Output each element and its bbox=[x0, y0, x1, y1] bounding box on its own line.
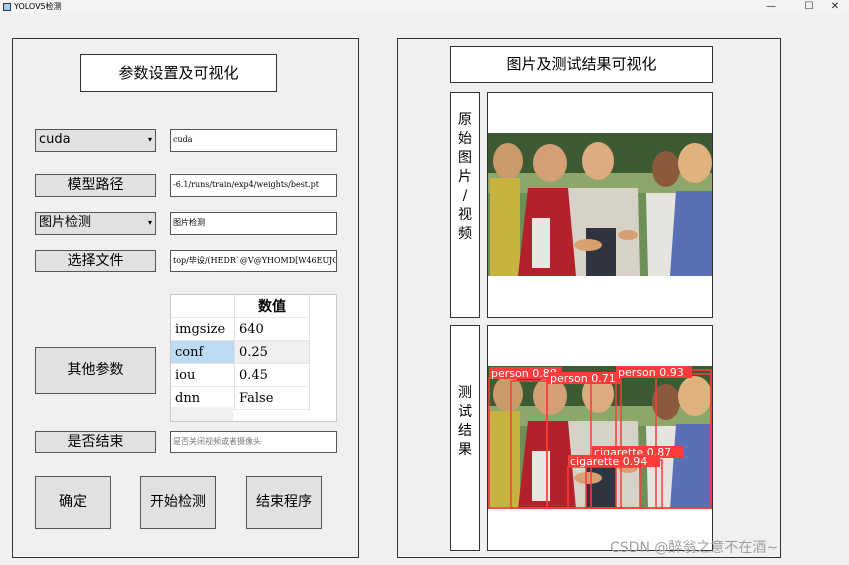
label-char: 测 bbox=[458, 385, 472, 401]
detection-label: person 0.88 bbox=[491, 367, 557, 380]
label-char: 片 bbox=[458, 169, 472, 185]
start-detect-button[interactable]: 开始检测 bbox=[140, 476, 216, 529]
result-photo: person 0.88 person 0.71 person 0.93 ciga… bbox=[488, 366, 712, 509]
window-titlebar bbox=[0, 0, 849, 14]
detection-label: person 0.93 bbox=[618, 366, 684, 379]
param-value[interactable]: 0.25 bbox=[234, 340, 310, 364]
device-select-value: cuda bbox=[39, 132, 71, 147]
detection-mode-field[interactable]: 图片检测 bbox=[170, 212, 337, 235]
detection-label: person 0.71 bbox=[550, 372, 616, 385]
table-row[interactable]: conf 0.25 bbox=[171, 340, 310, 364]
params-header-value: 数值 bbox=[234, 295, 310, 318]
param-value[interactable]: 640 bbox=[234, 317, 310, 341]
label-char: 视 bbox=[458, 207, 472, 223]
original-photo bbox=[488, 133, 712, 276]
window-title: YOLOV5检测 bbox=[14, 2, 62, 11]
label-char: / bbox=[462, 188, 468, 204]
dropdown-arrow-icon: ▾ bbox=[147, 218, 152, 227]
param-name[interactable]: imgsize bbox=[171, 317, 235, 341]
label-char: 试 bbox=[458, 404, 472, 420]
confirm-button[interactable]: 确定 bbox=[35, 476, 111, 529]
param-value[interactable]: 0.45 bbox=[234, 363, 310, 387]
label-char: 图 bbox=[458, 150, 472, 166]
table-row[interactable]: imgsize 640 bbox=[171, 317, 310, 341]
minimize-button[interactable]: — bbox=[756, 0, 786, 14]
visualization-title: 图片及测试结果可视化 bbox=[450, 46, 713, 83]
table-empty-area bbox=[171, 407, 233, 421]
label-char: 结 bbox=[458, 423, 472, 439]
settings-title: 参数设置及可视化 bbox=[80, 54, 277, 92]
file-path-field[interactable]: top/毕设/(HEDR`@V@YHOMD[W46EUJGD.jpg bbox=[170, 250, 337, 272]
original-image-frame bbox=[487, 92, 713, 318]
close-button[interactable]: ✕ bbox=[820, 0, 849, 14]
select-file-button[interactable]: 选择文件 bbox=[35, 250, 156, 272]
dropdown-arrow-icon: ▾ bbox=[147, 135, 152, 144]
param-value[interactable]: False bbox=[234, 386, 310, 410]
param-name[interactable]: conf bbox=[171, 340, 235, 364]
device-field[interactable]: cuda bbox=[170, 129, 337, 152]
params-header-corner bbox=[171, 295, 235, 318]
watermark: CSDN @醉翁之意不在酒~ bbox=[610, 540, 779, 556]
model-path-field[interactable]: -6.1/runs/train/exp4/weights/best.pt bbox=[170, 174, 337, 197]
result-label: 测 试 结 果 bbox=[450, 325, 480, 551]
params-table[interactable]: 数值 imgsize 640 conf 0.25 iou 0.45 dnn Fa… bbox=[170, 294, 337, 422]
end-toggle-button[interactable]: 是否结束 bbox=[35, 431, 156, 453]
device-select[interactable]: cuda ▾ bbox=[35, 129, 156, 152]
end-field[interactable]: 是否关闭视频或者摄像头 bbox=[170, 431, 337, 453]
other-params-button[interactable]: 其他参数 bbox=[35, 347, 156, 394]
detection-label: cigarette 0.94 bbox=[570, 455, 647, 468]
model-path-button[interactable]: 模型路径 bbox=[35, 174, 156, 197]
original-image-label: 原 始 图 片 / 视 频 bbox=[450, 92, 480, 318]
label-char: 频 bbox=[458, 226, 472, 242]
app-icon bbox=[3, 3, 11, 11]
label-char: 果 bbox=[458, 442, 472, 458]
label-char: 始 bbox=[458, 131, 472, 147]
detection-mode-select[interactable]: 图片检测 ▾ bbox=[35, 212, 156, 235]
table-row[interactable]: iou 0.45 bbox=[171, 363, 310, 387]
exit-program-button[interactable]: 结束程序 bbox=[246, 476, 322, 529]
param-name[interactable]: iou bbox=[171, 363, 235, 387]
result-image-frame: person 0.88 person 0.71 person 0.93 ciga… bbox=[487, 325, 713, 551]
detection-mode-value: 图片检测 bbox=[39, 215, 92, 230]
label-char: 原 bbox=[458, 112, 472, 128]
